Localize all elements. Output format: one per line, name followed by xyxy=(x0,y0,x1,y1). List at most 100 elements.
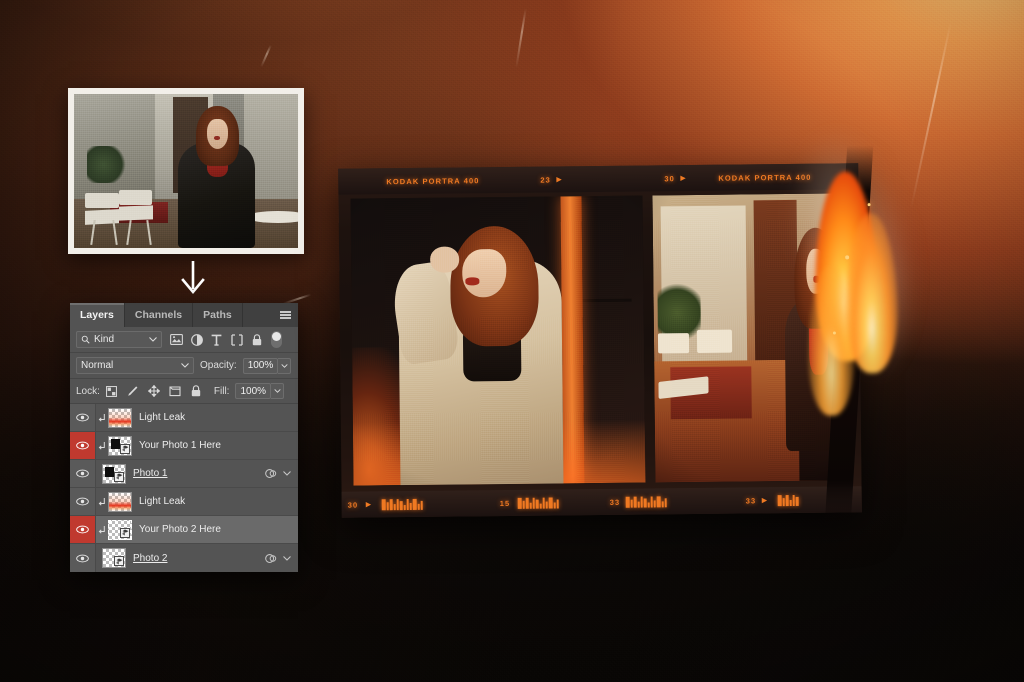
fill-stepper-caret[interactable] xyxy=(271,383,284,399)
layer-visibility-toggle[interactable] xyxy=(70,544,96,572)
layer-effects-icon[interactable] xyxy=(265,553,277,564)
table-row[interactable]: Light Leak xyxy=(70,404,298,432)
film-barcode-3 xyxy=(626,496,667,507)
film-arrow-right-icon: ▶ xyxy=(680,174,685,182)
chevron-down-icon[interactable] xyxy=(283,556,291,561)
lock-icon-group[interactable] xyxy=(106,385,202,397)
layer-name[interactable]: Light Leak xyxy=(132,496,298,507)
film-brand-left: KODAK PORTRA 400 xyxy=(386,176,479,186)
layer-thumbnail[interactable] xyxy=(102,464,126,484)
layer-visibility-toggle[interactable] xyxy=(70,516,96,543)
table-row[interactable]: Light Leak xyxy=(70,488,298,516)
layer-name[interactable]: Photo 2 xyxy=(126,553,265,564)
table-row[interactable]: Your Photo 1 Here xyxy=(70,432,298,460)
blend-mode-dropdown[interactable]: Normal xyxy=(76,357,194,374)
layers-panel[interactable]: Layers Channels Paths Kind xyxy=(70,303,298,572)
photo-grain xyxy=(74,94,298,248)
film-bottom-number-1: 30 xyxy=(348,500,359,509)
fill-value[interactable]: 100% xyxy=(235,383,271,399)
tab-channels[interactable]: Channels xyxy=(125,303,193,327)
film-barcode-1 xyxy=(382,498,423,509)
table-row[interactable]: Photo 2 xyxy=(70,544,298,572)
type-layer-filter-icon[interactable] xyxy=(210,333,223,346)
tab-layers-label: Layers xyxy=(80,309,114,321)
smart-object-badge-icon xyxy=(120,444,130,454)
film-frame-2 xyxy=(652,193,849,482)
mockup-scene: Layers Channels Paths Kind xyxy=(0,0,1024,682)
frame1-vignette xyxy=(351,196,646,486)
layer-name[interactable]: Light Leak xyxy=(132,412,298,423)
lock-image-pixels-icon[interactable] xyxy=(127,385,139,397)
chevron-down-icon[interactable] xyxy=(283,471,291,476)
layer-type-filter-icons[interactable] xyxy=(170,333,263,346)
clipping-mask-icon xyxy=(96,413,108,423)
source-photo-image xyxy=(74,94,298,248)
lock-position-icon[interactable] xyxy=(148,385,160,397)
hamburger-menu-icon[interactable] xyxy=(273,303,298,327)
clipping-mask-icon xyxy=(96,441,108,451)
blend-mode-row[interactable]: Normal Opacity: 100% xyxy=(70,353,298,379)
fill-label: Fill: xyxy=(214,386,230,397)
chevron-down-icon[interactable] xyxy=(181,363,189,368)
lock-artboard-nesting-icon[interactable] xyxy=(169,385,181,397)
smart-object-badge-icon xyxy=(114,556,124,566)
chevron-down-icon[interactable] xyxy=(149,337,157,342)
layer-row-actions[interactable] xyxy=(265,468,298,479)
film-bottom-arrow-2-icon: ▶ xyxy=(762,496,767,504)
layer-thumbnail[interactable] xyxy=(108,492,132,512)
film-barcode-2 xyxy=(518,497,559,508)
tab-paths-label: Paths xyxy=(203,309,232,321)
film-bottom-number-3: 33 xyxy=(610,497,621,506)
shape-layer-filter-icon[interactable] xyxy=(230,333,243,346)
layer-thumbnail[interactable] xyxy=(108,408,132,428)
tab-paths[interactable]: Paths xyxy=(193,303,243,327)
layer-thumbnail[interactable] xyxy=(108,436,132,456)
source-photo-card xyxy=(68,88,304,254)
layer-filter-row[interactable]: Kind xyxy=(70,327,298,353)
lock-all-icon[interactable] xyxy=(190,385,202,397)
panel-tab-bar[interactable]: Layers Channels Paths xyxy=(70,303,298,327)
lock-transparent-pixels-icon[interactable] xyxy=(106,385,118,397)
smart-object-filter-icon[interactable] xyxy=(250,333,263,346)
layer-list[interactable]: Light Leak Your Photo 1 Here xyxy=(70,404,298,572)
layer-thumbnail[interactable] xyxy=(102,548,126,568)
blend-mode-value: Normal xyxy=(81,360,113,371)
adjustment-layer-filter-icon[interactable] xyxy=(190,333,203,346)
filmstrip-frames xyxy=(351,193,850,485)
kind-filter-label: Kind xyxy=(94,334,145,345)
film-barcode-4 xyxy=(778,494,799,505)
kind-filter-dropdown[interactable]: Kind xyxy=(76,331,162,348)
table-row[interactable]: Your Photo 2 Here xyxy=(70,516,298,544)
frame2-vignette xyxy=(652,193,849,482)
layer-thumbnail[interactable] xyxy=(108,520,132,540)
film-frame-number-left: 23 xyxy=(540,175,551,184)
layer-name[interactable]: Your Photo 2 Here xyxy=(132,524,298,535)
film-arrow-left-icon: ▶ xyxy=(556,175,561,183)
tab-layers[interactable]: Layers xyxy=(70,303,125,327)
layer-visibility-toggle[interactable] xyxy=(70,460,96,487)
layer-name[interactable]: Your Photo 1 Here xyxy=(132,440,298,451)
opacity-value[interactable]: 100% xyxy=(243,358,279,374)
layer-visibility-toggle[interactable] xyxy=(70,488,96,515)
film-frame-1 xyxy=(351,196,646,486)
lock-row[interactable]: Lock: Fill: 100% xyxy=(70,379,298,404)
lock-label: Lock: xyxy=(76,386,100,397)
clipping-mask-icon xyxy=(96,525,108,535)
search-icon xyxy=(81,335,90,344)
pixel-layer-filter-icon[interactable] xyxy=(170,333,183,346)
opacity-stepper-caret[interactable] xyxy=(278,358,291,374)
film-bottom-arrow-1-icon: ▶ xyxy=(366,500,371,508)
layer-visibility-toggle[interactable] xyxy=(70,404,96,431)
table-row[interactable]: Photo 1 xyxy=(70,460,298,488)
down-arrow xyxy=(176,258,210,298)
layer-visibility-toggle[interactable] xyxy=(70,432,96,459)
filmstrip-bottom-edge: 30 ▶ 15 33 33 ▶ xyxy=(342,486,862,517)
film-brand-right: KODAK PORTRA 400 xyxy=(718,172,811,182)
filter-enable-toggle[interactable] xyxy=(271,331,282,348)
filmstrip-top-edge: KODAK PORTRA 400 23 ▶ 30 ▶ KODAK PORTRA … xyxy=(338,163,858,194)
layer-effects-icon[interactable] xyxy=(265,468,277,479)
layer-name[interactable]: Photo 1 xyxy=(126,468,265,479)
smart-object-badge-icon xyxy=(120,528,130,538)
film-bottom-number-4: 33 xyxy=(746,496,757,505)
layer-row-actions[interactable] xyxy=(265,553,298,564)
